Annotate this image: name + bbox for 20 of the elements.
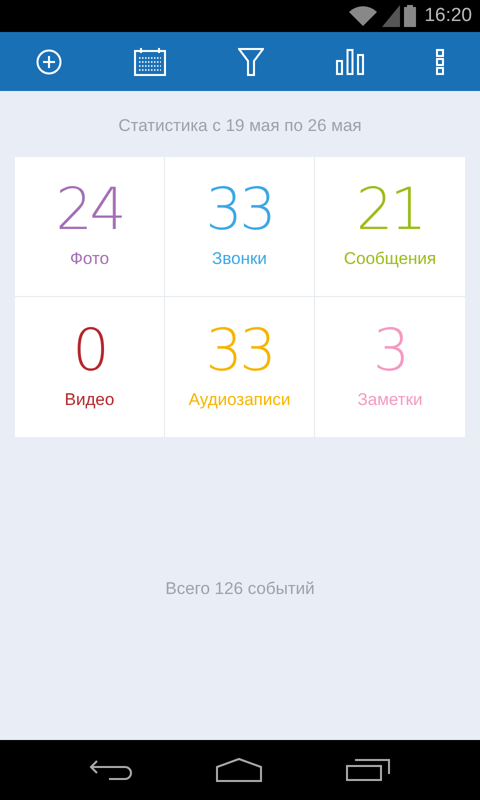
category-label: Звонки <box>212 248 267 270</box>
count-value: 33 <box>206 320 274 379</box>
category-label: Фото <box>70 248 110 270</box>
home-button[interactable] <box>215 757 263 783</box>
recent-apps-button[interactable] <box>345 758 391 782</box>
count-value: 3 <box>373 320 407 379</box>
wifi-icon <box>348 5 378 27</box>
battery-icon <box>404 5 416 27</box>
category-label: Видео <box>64 388 114 411</box>
count-value: 0 <box>72 320 106 379</box>
clock-time: 16:20 <box>424 4 472 28</box>
count-value: 21 <box>356 180 424 238</box>
period-text: Статистика с 19 мая по 26 мая <box>118 116 362 135</box>
category-label: Аудиозаписи <box>188 388 290 411</box>
count-value: 24 <box>56 180 124 238</box>
signal-icon <box>382 5 400 27</box>
total-text: Всего 126 событий <box>165 578 315 600</box>
count-value: 33 <box>206 180 274 238</box>
category-label: Сообщения <box>344 248 436 270</box>
category-label: Заметки <box>357 388 423 411</box>
